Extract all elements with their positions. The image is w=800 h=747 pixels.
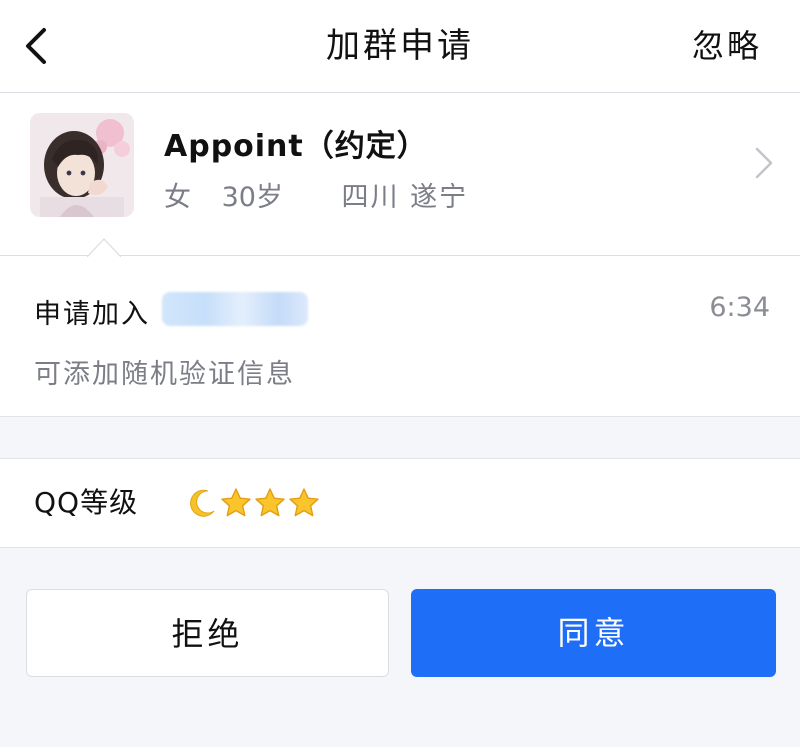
bubble-pointer <box>87 237 121 257</box>
qq-level-label: QQ等级 <box>34 486 139 519</box>
applicant-name: Appoint（约定） <box>164 129 428 164</box>
applicant-profile-card[interactable]: Appoint（约定） 女 30岁 四川 遂宁 <box>0 93 800 255</box>
verification-note: 可添加随机验证信息 <box>34 359 295 390</box>
applicant-info: 女 30岁 四川 遂宁 <box>164 175 468 214</box>
group-name-redacted <box>162 292 308 326</box>
qq-level-icons <box>186 487 320 519</box>
accept-button[interactable]: 同意 <box>411 589 776 677</box>
applicant-gender: 女 <box>164 182 191 213</box>
request-message: 申请加入 6:34 可添加随机验证信息 <box>0 238 800 417</box>
request-time: 6:34 <box>709 292 770 323</box>
chevron-right-icon <box>752 145 776 181</box>
request-label: 申请加入 <box>34 299 150 330</box>
moon-icon <box>190 489 215 517</box>
star-icon <box>221 488 251 517</box>
ignore-button[interactable]: 忽略 <box>692 0 762 92</box>
avatar[interactable] <box>30 113 134 217</box>
reject-button[interactable]: 拒绝 <box>26 589 389 677</box>
navbar: 加群申请 忽略 <box>0 0 800 93</box>
qq-level-row: QQ等级 <box>0 458 800 548</box>
applicant-location: 四川 遂宁 <box>341 182 469 213</box>
applicant-age: 30岁 <box>221 182 283 213</box>
star-icon <box>289 488 319 517</box>
page-title: 加群申请 <box>326 26 474 66</box>
star-icon <box>255 488 285 517</box>
